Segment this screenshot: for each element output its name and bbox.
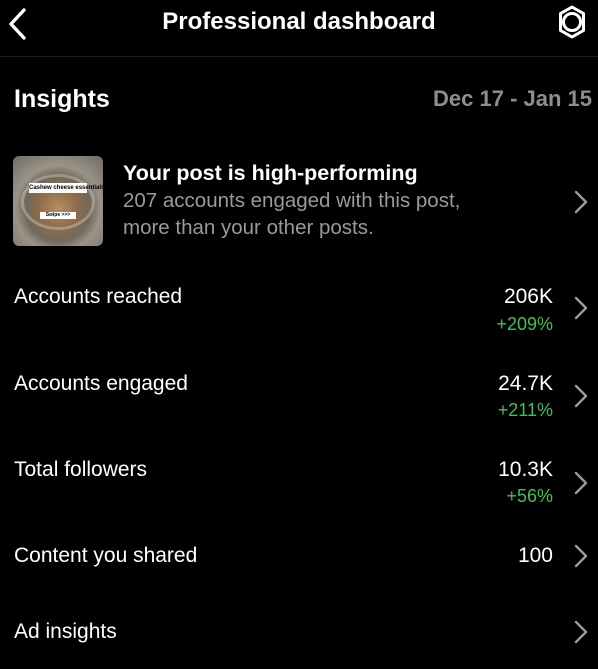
gear-icon <box>559 5 585 39</box>
metric-label: Content you shared <box>14 544 198 567</box>
post-description-line2: more than your other posts. <box>123 216 374 239</box>
metric-value: 10.3K <box>498 458 553 481</box>
chevron-right-icon <box>574 190 588 214</box>
chevron-right-icon <box>574 471 588 495</box>
metric-value: 100 <box>517 544 553 567</box>
chevron-right-icon <box>574 544 588 568</box>
header: Professional dashboard <box>0 0 598 57</box>
post-title: Your post is high-performing <box>123 161 418 185</box>
post-thumbnail: Cashew cheese essentials Swipe >>> <box>13 156 103 246</box>
metric-label: Accounts reached <box>14 285 183 308</box>
chevron-right-icon <box>574 384 588 408</box>
metric-label: Accounts engaged <box>14 372 188 395</box>
metric-row-ad-insights[interactable]: Ad insights <box>0 618 598 652</box>
insights-title: Insights <box>14 85 110 113</box>
settings-button[interactable] <box>554 4 590 40</box>
metric-change: +56% <box>506 486 553 506</box>
top-post-card[interactable]: Cashew cheese essentials Swipe >>> Your … <box>0 150 598 254</box>
date-range[interactable]: Dec 17 - Jan 15 <box>433 85 592 113</box>
chevron-right-icon <box>574 296 588 320</box>
post-description-line1: 207 accounts engaged with this post, <box>123 189 461 212</box>
chevron-right-icon <box>574 620 588 644</box>
thumbnail-swipe-label: Swipe >>> <box>40 212 76 219</box>
thumbnail-caption: Cashew cheese essentials <box>29 183 103 193</box>
metric-change: +211% <box>497 400 553 420</box>
metric-value: 206K <box>503 285 553 308</box>
page-title: Professional dashboard <box>162 8 436 35</box>
metric-label: Ad insights <box>14 620 117 643</box>
metric-row-accounts-reached[interactable]: Accounts reached 206K +209% <box>0 282 598 344</box>
metric-row-content-shared[interactable]: Content you shared 100 <box>0 541 598 575</box>
metric-value: 24.7K <box>498 372 553 395</box>
metric-change: +209% <box>496 314 553 334</box>
metric-row-total-followers[interactable]: Total followers 10.3K +56% <box>0 455 598 517</box>
metric-label: Total followers <box>14 458 148 481</box>
metric-row-accounts-engaged[interactable]: Accounts engaged 24.7K +211% <box>0 369 598 431</box>
